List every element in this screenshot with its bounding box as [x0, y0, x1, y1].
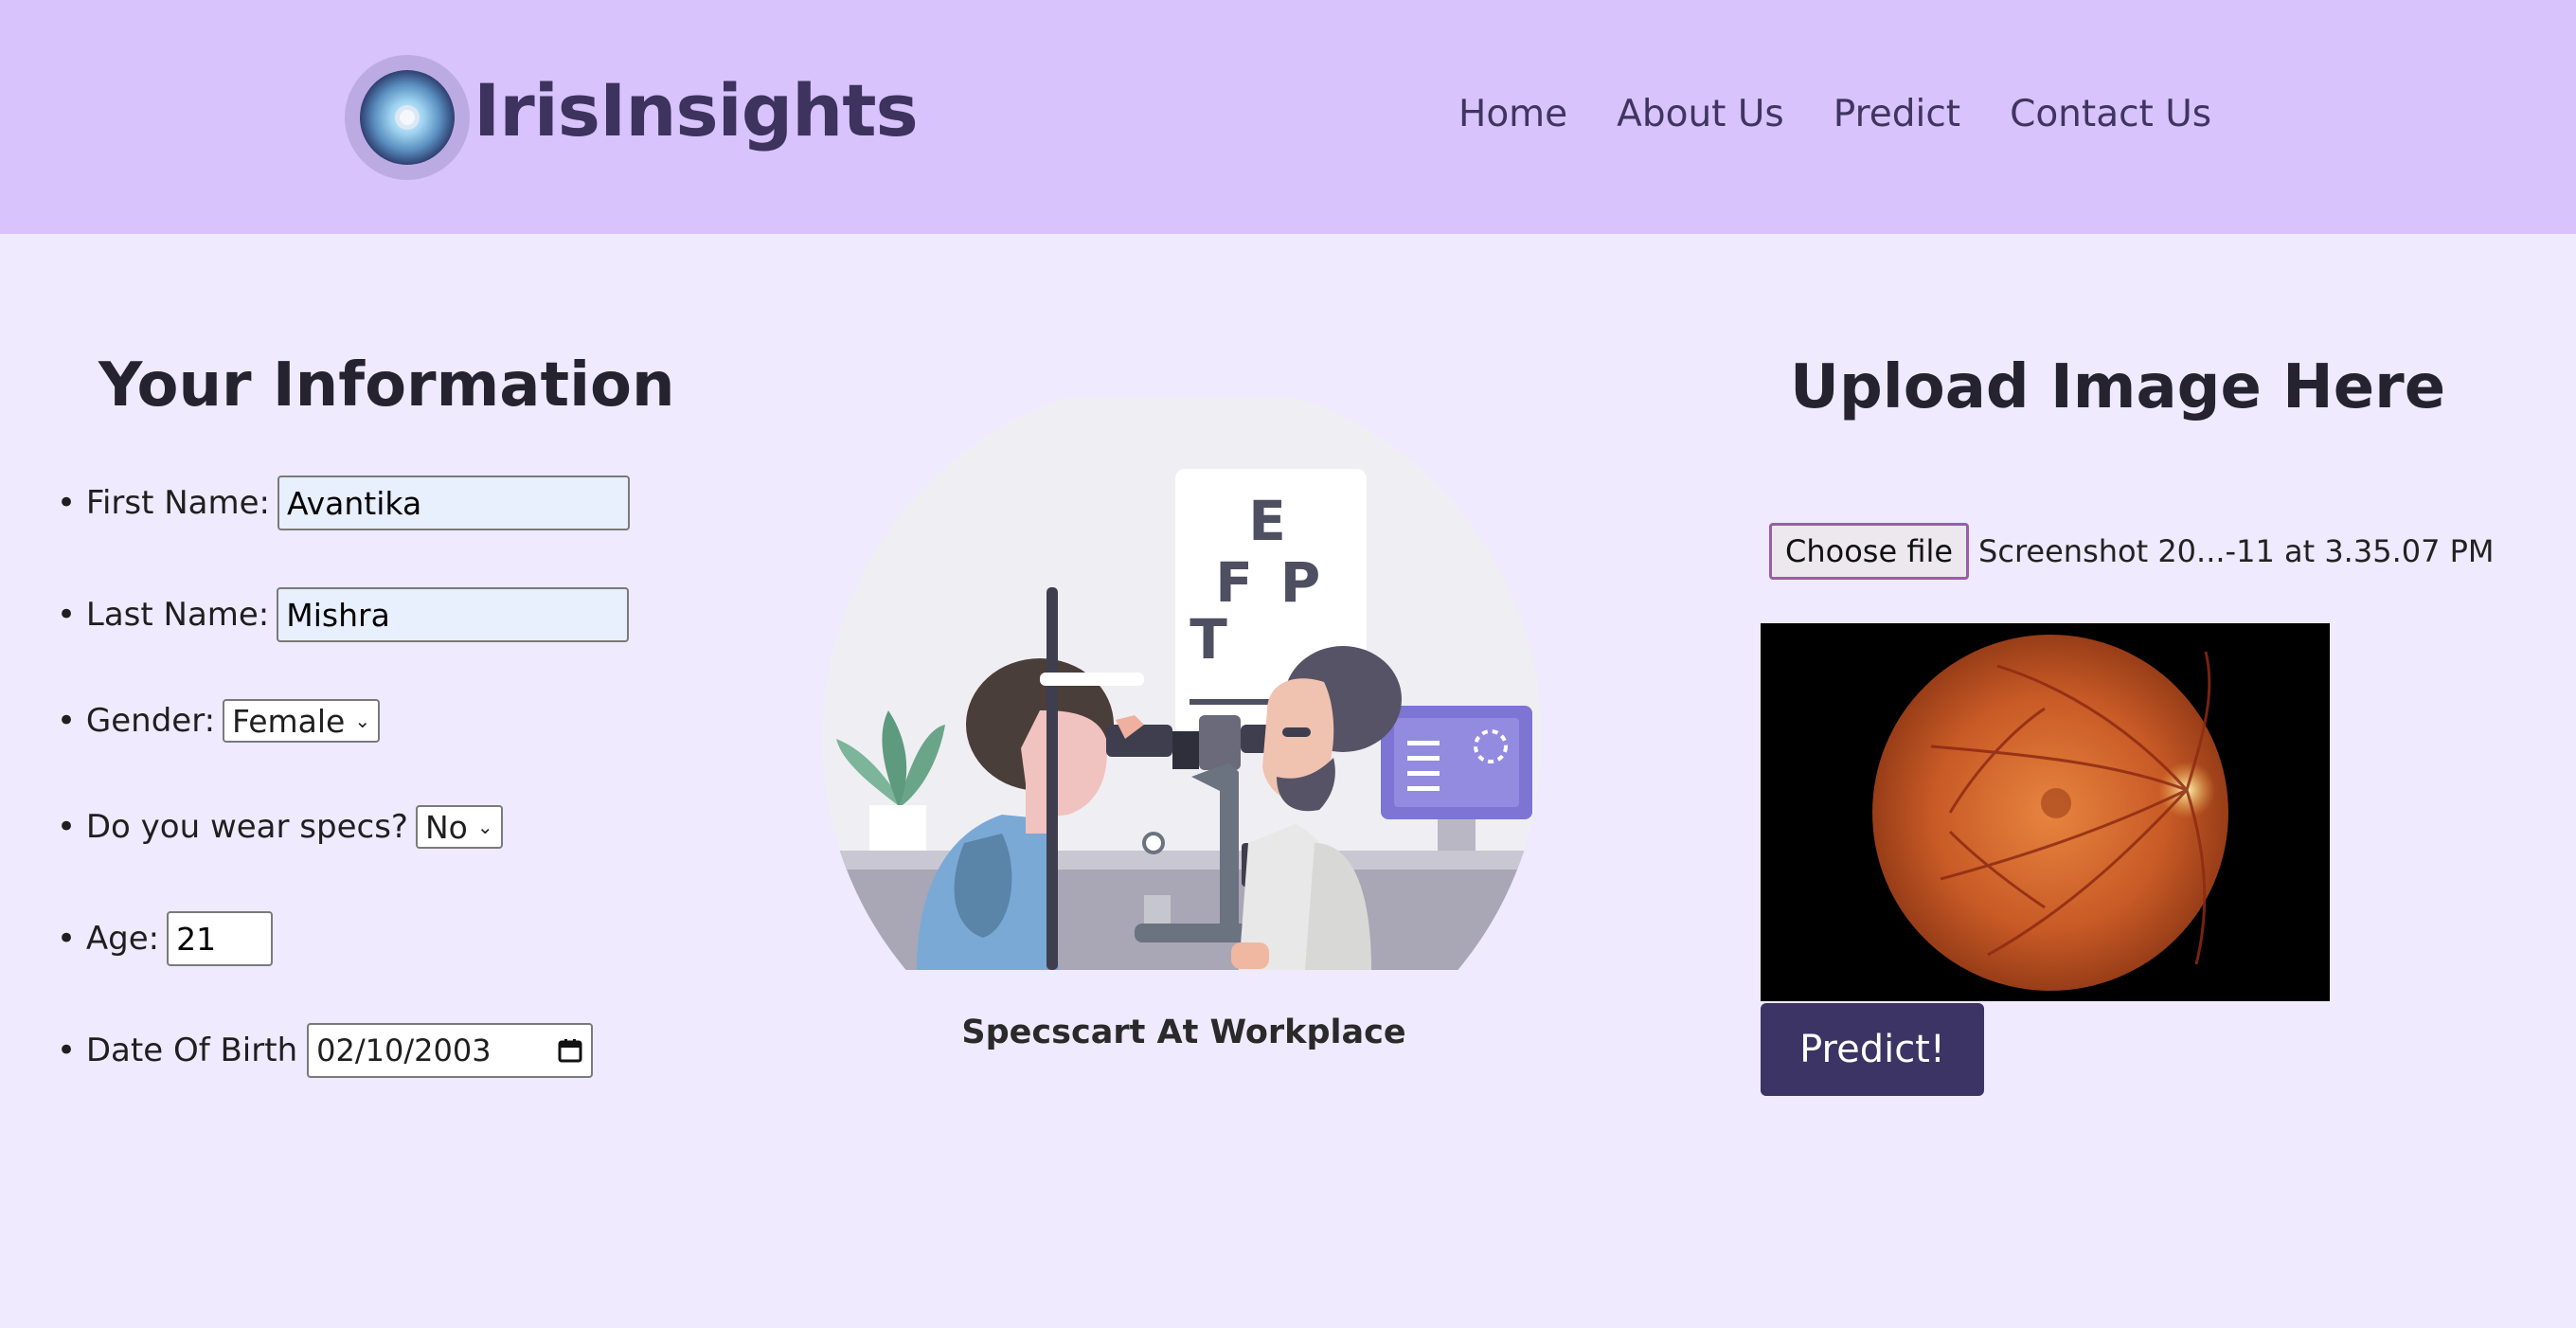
file-input: Choose file Screenshot 20...-11 at 3.35.… — [1769, 523, 2495, 580]
eye-chart-letter-p: P — [1280, 550, 1321, 615]
eye-chart-letter-e: E — [1248, 489, 1286, 553]
selected-file-name: Screenshot 20...-11 at 3.35.07 PM — [1978, 533, 2495, 569]
chevron-down-icon: ⌄ — [354, 709, 371, 732]
specs-row: Do you wear specs? No ⌄ — [57, 805, 503, 849]
gender-row: Gender: Female ⌄ — [57, 699, 381, 743]
main-nav: Home About Us Predict Contact Us — [1458, 93, 2211, 135]
gender-select[interactable]: Female ⌄ — [223, 699, 381, 743]
eye-exam-illustration: E F P T — [822, 398, 1542, 970]
last-name-input[interactable] — [277, 587, 630, 642]
illustration-caption: Specscart At Workplace — [961, 1014, 1406, 1051]
age-input[interactable] — [167, 911, 274, 966]
retina-fundus-image — [1761, 623, 2330, 1001]
dob-label: Date Of Birth — [57, 1032, 297, 1069]
dob-value: 02/10/2003 — [316, 1032, 492, 1068]
first-name-label: First Name: — [57, 484, 270, 522]
specs-select[interactable]: No ⌄ — [415, 805, 503, 849]
dob-row: Date Of Birth 02/10/2003 — [57, 1023, 594, 1078]
dob-date-input[interactable]: 02/10/2003 — [307, 1023, 594, 1078]
form-title: Your Information — [98, 350, 675, 421]
calendar-icon[interactable] — [557, 1037, 583, 1064]
specs-label: Do you wear specs? — [57, 808, 408, 846]
site-header: IrisInsights Home About Us Predict Conta… — [0, 0, 2576, 234]
upload-title: Upload Image Here — [1790, 352, 2446, 422]
last-name-label: Last Name: — [57, 596, 269, 634]
gender-value: Female — [232, 702, 346, 740]
last-name-row: Last Name: — [57, 587, 630, 642]
choose-file-button[interactable]: Choose file — [1769, 523, 1970, 580]
nav-predict[interactable]: Predict — [1834, 93, 1960, 135]
iris-eye-icon[interactable] — [341, 51, 474, 184]
age-label: Age: — [57, 920, 159, 958]
gender-label: Gender: — [57, 702, 215, 740]
age-row: Age: — [57, 911, 274, 966]
specs-value: No — [424, 808, 468, 846]
eye-chart-letter-f: F — [1215, 550, 1253, 615]
eye-chart-letter-t: T — [1190, 607, 1227, 672]
first-name-input[interactable] — [277, 476, 630, 530]
brand-name[interactable]: IrisInsights — [474, 68, 919, 153]
predict-button[interactable]: Predict! — [1761, 1003, 1984, 1096]
chevron-down-icon: ⌄ — [476, 816, 493, 838]
nav-home[interactable]: Home — [1458, 93, 1567, 135]
nav-about-us[interactable]: About Us — [1617, 93, 1784, 135]
nav-contact-us[interactable]: Contact Us — [2010, 93, 2211, 135]
first-name-row: First Name: — [57, 476, 630, 530]
